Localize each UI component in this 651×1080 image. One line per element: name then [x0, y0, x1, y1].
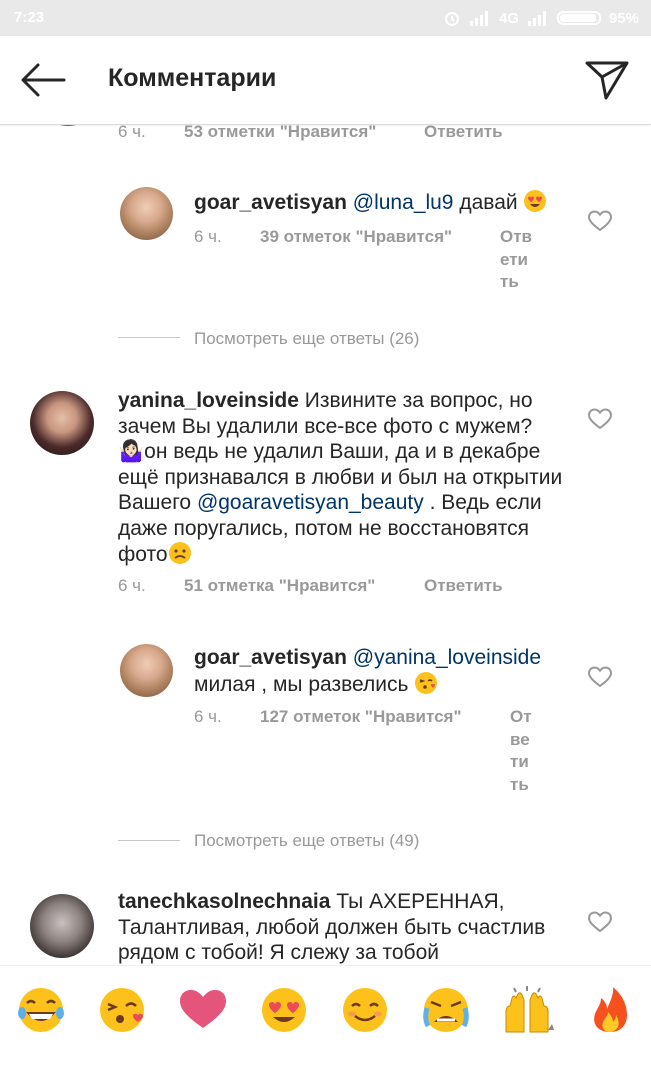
avatar[interactable] — [30, 391, 94, 455]
comment-text: yanina_loveinside Извините за вопрос, но… — [118, 388, 573, 568]
comment-body: милая , мы развелись — [194, 672, 409, 696]
divider-line — [118, 337, 180, 338]
kissing-heart-emoji-icon[interactable] — [95, 986, 149, 1034]
avatar[interactable] — [30, 894, 94, 958]
fire-emoji-icon[interactable] — [583, 986, 637, 1034]
comment-username[interactable]: goar_avetisyan — [194, 646, 347, 669]
smile-emoji-icon[interactable] — [338, 986, 392, 1034]
comment-likes[interactable]: 39 отметок "Нравится" — [260, 227, 452, 247]
like-heart-icon[interactable] — [588, 408, 612, 430]
reply-label-part: ть — [510, 774, 529, 794]
reply-label-part: Отв — [500, 227, 532, 246]
confused-emoji-icon — [168, 542, 191, 564]
reply-label-part: ть — [500, 272, 519, 291]
comments-feed[interactable]: 6 ч. 53 отметки "Нравится" Ответить goar… — [0, 124, 651, 965]
like-heart-icon[interactable] — [588, 911, 612, 933]
crying-emoji-icon[interactable] — [419, 986, 473, 1034]
send-icon — [585, 61, 629, 100]
avatar[interactable] — [120, 644, 173, 697]
battery-percent: 95% — [608, 9, 639, 27]
reply-button[interactable]: Ответить — [424, 124, 503, 142]
view-more-replies[interactable]: Посмотреть еще ответы (26) — [194, 329, 419, 349]
comment-time: 6 ч. — [118, 576, 146, 595]
kissing-heart-emoji-icon — [415, 671, 438, 694]
alarm-icon — [444, 12, 459, 26]
back-button[interactable] — [18, 62, 66, 98]
reply-button[interactable]: Отв ети ть — [500, 226, 532, 294]
back-arrow-icon — [21, 63, 66, 97]
comment-time: 6 ч. — [194, 227, 222, 246]
comment-time: 6 ч. — [118, 124, 146, 141]
like-heart-icon[interactable] — [588, 210, 612, 232]
heart-eyes-emoji-icon[interactable] — [257, 986, 311, 1034]
comment-text: tanechkasolnechnaia Ты АХЕРЕННАЯ, Талант… — [118, 889, 548, 965]
reply-label-part: От — [510, 707, 532, 726]
share-button[interactable] — [584, 58, 630, 102]
comment-username[interactable]: goar_avetisyan — [194, 191, 347, 214]
comment-likes[interactable]: 53 отметки "Нравится" — [184, 124, 376, 142]
reply-button[interactable]: Ответить — [424, 576, 503, 596]
comment-username[interactable]: yanina_loveinside — [118, 389, 299, 412]
emoji-quick-bar — [0, 965, 651, 1055]
reply-label-part: ети — [500, 249, 529, 269]
signal-icon-2 — [527, 11, 546, 26]
comment-mention[interactable]: @luna_lu9 — [353, 191, 454, 214]
comment-text: goar_avetisyan @yanina_loveinside милая … — [194, 645, 554, 697]
status-time: 7:23 — [14, 9, 45, 26]
signal-icon — [469, 11, 488, 26]
status-bar: 7:23 4G 95% — [0, 0, 651, 36]
heart-eyes-emoji-icon — [524, 190, 547, 212]
reply-label-part: ти — [510, 752, 529, 771]
comment-likes[interactable]: 127 отметок "Нравится" — [260, 707, 462, 727]
comment-username[interactable]: tanechkasolnechnaia — [118, 890, 330, 913]
comment-body: давай — [459, 191, 518, 214]
comments-header: Комментарии — [0, 36, 651, 125]
heart-emoji-icon[interactable] — [176, 986, 230, 1034]
page-title: Комментарии — [108, 64, 277, 92]
battery-icon — [556, 11, 601, 25]
grinning-tears-emoji-icon[interactable] — [14, 986, 68, 1034]
divider-line — [118, 840, 180, 841]
raised-hands-emoji-icon[interactable] — [500, 986, 554, 1034]
network-label: 4G — [498, 9, 519, 27]
comment-input-area[interactable] — [0, 1053, 651, 1080]
reply-button[interactable]: От ве ти ть — [510, 706, 532, 796]
comment-likes[interactable]: 51 отметка "Нравится" — [184, 576, 375, 596]
reply-label-part: ве — [510, 729, 530, 749]
status-icons: 4G 95% — [443, 9, 639, 27]
comment-time: 6 ч. — [194, 707, 222, 726]
comment-mention[interactable]: @yanina_loveinside — [353, 646, 541, 669]
avatar[interactable] — [120, 187, 173, 240]
like-heart-icon[interactable] — [588, 666, 612, 688]
comment-text: goar_avetisyan @luna_lu9 давай — [194, 189, 594, 216]
comment-mention[interactable]: @goaravetisyan_beauty — [197, 491, 424, 514]
view-more-replies[interactable]: Посмотреть еще ответы (49) — [194, 831, 419, 851]
